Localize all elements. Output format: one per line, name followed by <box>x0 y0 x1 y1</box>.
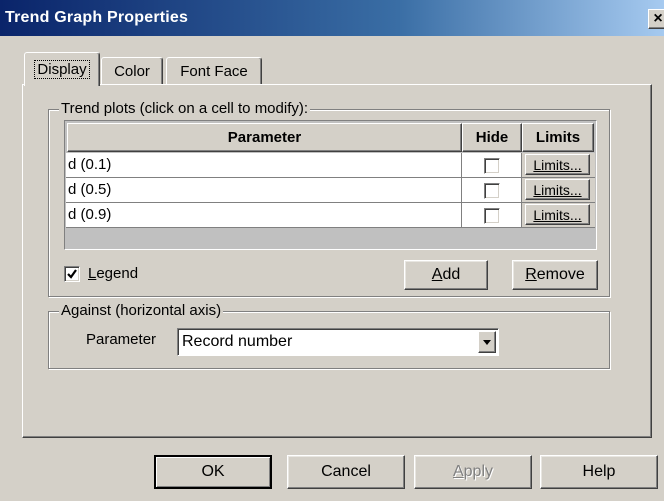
hide-checkbox[interactable] <box>484 208 500 224</box>
against-parameter-select[interactable]: Record number <box>177 328 499 356</box>
ok-button-label: OK <box>201 463 225 480</box>
limits-button-label: Limits... <box>533 206 582 223</box>
apply-button[interactable]: Apply <box>414 455 532 489</box>
add-rest: dd <box>442 266 461 283</box>
tab-color-label: Color <box>114 62 150 80</box>
tab-display-label: Display <box>34 60 90 79</box>
limits-button[interactable]: Limits... <box>525 204 590 225</box>
limits-cell: Limits... <box>522 178 595 203</box>
tab-font-face-label: Font Face <box>180 62 248 80</box>
against-parameter-value: Record number <box>182 333 293 350</box>
help-button-label: Help <box>582 463 616 480</box>
help-button[interactable]: Help <box>540 455 658 489</box>
column-header-limits[interactable]: Limits <box>522 123 594 152</box>
cancel-button[interactable]: Cancel <box>287 455 405 489</box>
limits-button[interactable]: Limits... <box>525 154 590 175</box>
legend-checkbox[interactable] <box>64 266 80 282</box>
ok-button[interactable]: OK <box>154 455 272 489</box>
limits-button-label: Limits... <box>533 156 582 173</box>
cancel-button-label: Cancel <box>321 463 371 480</box>
apply-rest: pply <box>463 463 494 480</box>
add-mnemonic: A <box>431 266 443 283</box>
limits-button[interactable]: Limits... <box>525 179 590 200</box>
parameter-cell[interactable]: d (0.1) <box>66 153 462 178</box>
tab-font-face[interactable]: Font Face <box>166 57 262 84</box>
hide-cell <box>462 203 522 228</box>
remove-button-label: Remove <box>525 266 585 284</box>
title-bar: Trend Graph Properties <box>0 0 664 36</box>
limits-button-label: Limits... <box>533 181 582 198</box>
tab-color[interactable]: Color <box>101 57 163 84</box>
limits-cell: Limits... <box>522 153 595 178</box>
table-row[interactable]: d (0.9) Limits... <box>66 203 595 228</box>
apply-mnemonic: A <box>452 463 464 480</box>
remove-rest: emove <box>536 266 585 283</box>
trend-plots-grid[interactable]: Parameter Hide Limits d (0.1) Limits... … <box>64 120 597 250</box>
close-icon[interactable]: × <box>648 9 664 29</box>
legend-label-rest: egend <box>96 265 139 282</box>
trend-plots-group-label: Trend plots (click on a cell to modify): <box>59 100 311 118</box>
check-icon <box>67 269 77 279</box>
remove-mnemonic: R <box>525 266 537 283</box>
hide-checkbox[interactable] <box>484 183 500 199</box>
column-header-hide[interactable]: Hide <box>462 123 522 152</box>
add-button[interactable]: Add <box>404 260 488 290</box>
table-row[interactable]: d (0.1) Limits... <box>66 153 595 178</box>
add-button-label: Add <box>432 266 460 284</box>
table-row[interactable]: d (0.5) Limits... <box>66 178 595 203</box>
dropdown-arrow-icon[interactable] <box>478 331 496 353</box>
limits-cell: Limits... <box>522 203 595 228</box>
apply-button-label: Apply <box>453 463 493 481</box>
column-header-parameter[interactable]: Parameter <box>67 123 462 152</box>
parameter-cell[interactable]: d (0.5) <box>66 178 462 203</box>
against-group-label: Against (horizontal axis) <box>59 302 224 320</box>
remove-button[interactable]: Remove <box>512 260 598 290</box>
legend-label: Legend <box>88 265 138 282</box>
hide-checkbox[interactable] <box>484 158 500 174</box>
hide-cell <box>462 178 522 203</box>
against-parameter-label: Parameter <box>86 331 157 348</box>
parameter-cell[interactable]: d (0.9) <box>66 203 462 228</box>
window-title: Trend Graph Properties <box>5 9 189 26</box>
hide-cell <box>462 153 522 178</box>
tab-display[interactable]: Display <box>24 52 100 86</box>
